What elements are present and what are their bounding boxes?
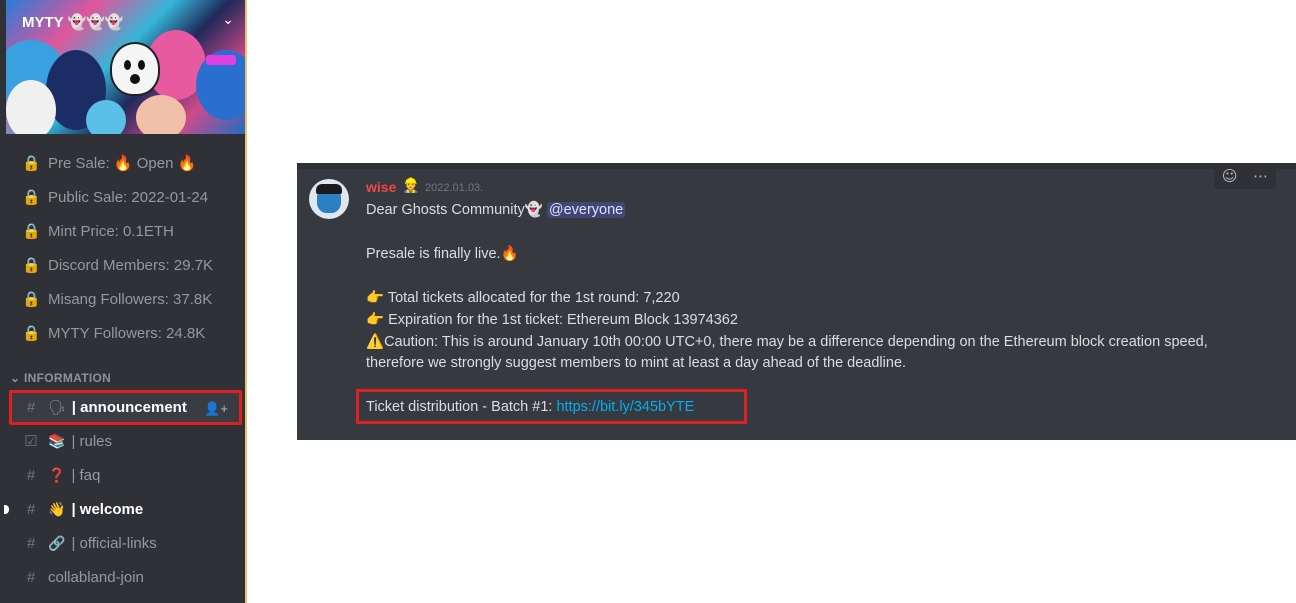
question-icon: ❓	[48, 466, 66, 483]
lock-icon: 🔒	[22, 155, 41, 172]
stat-channel-label: Misang Followers: 37.8K	[48, 290, 213, 308]
server-banner: MYTY 👻👻👻 ⌄	[6, 0, 246, 134]
channel-label: | official-links	[71, 534, 157, 552]
warning-icon: ⚠️	[366, 334, 385, 350]
message-caution-line-2: therefore we strongly suggest members to…	[366, 355, 907, 371]
channel-label: | rules	[71, 432, 113, 450]
more-icon[interactable]: ⋯	[1253, 167, 1268, 185]
expiration-text: Expiration for the 1st ticket: Ethereum …	[388, 312, 738, 328]
link-icon: 🔗	[48, 534, 66, 551]
caution-text: Caution: This is around January 10th 00:…	[384, 334, 1208, 350]
lock-icon: 🔒	[22, 257, 41, 274]
batch-link[interactable]: https://bit.ly/345bYTE	[556, 399, 694, 415]
stat-channel-public-sale[interactable]: 🔒 Public Sale: 2022-01-24	[12, 182, 240, 212]
pointing-right-icon: 👉	[366, 312, 385, 328]
ghost-mascot	[110, 42, 160, 96]
channel-rules[interactable]: ☑ 📚 | rules	[12, 426, 240, 456]
stat-channel-label: MYTY Followers: 24.8K	[48, 324, 206, 342]
stat-channel-discord-members[interactable]: 🔒 Discord Members: 29.7K	[12, 250, 240, 280]
server-header[interactable]: MYTY 👻👻👻 ⌄	[6, 0, 246, 44]
stat-channel-mint-price[interactable]: 🔒 Mint Price: 0.1ETH	[12, 216, 240, 246]
fire-icon: 🔥	[500, 246, 519, 262]
channel-welcome[interactable]: # 👋 | welcome	[12, 494, 240, 524]
construction-worker-icon: 👷	[402, 178, 420, 194]
message-caution-line: ⚠️Caution: This is around January 10th 0…	[366, 333, 1208, 350]
lock-icon: 🔒	[22, 325, 41, 342]
message-panel: ☺ ⋯ wise 👷 2022.01.03. Dear Ghosts Commu…	[297, 163, 1296, 440]
chevron-down-icon: ⌄	[10, 371, 24, 385]
chevron-down-icon[interactable]: ⌄	[222, 12, 234, 28]
add-member-icon[interactable]: 👤+	[204, 401, 228, 417]
hash-icon: #	[26, 568, 36, 586]
greeting-text: Dear Ghosts Community	[366, 202, 525, 218]
lock-icon: 🔒	[22, 189, 41, 206]
stat-channel-label: Public Sale: 2022-01-24	[48, 188, 209, 206]
lock-icon: 🔒	[22, 223, 41, 240]
avatar[interactable]	[309, 179, 349, 219]
message-toolbar: ☺ ⋯	[1214, 163, 1276, 189]
category-label: INFORMATION	[24, 371, 112, 385]
presale-text: Presale is finally live.	[366, 246, 501, 262]
pointing-right-icon: 👉	[366, 290, 385, 306]
mention-everyone[interactable]: @everyone	[546, 202, 626, 218]
hash-icon: #	[26, 466, 36, 484]
lock-icon: 🔒	[22, 291, 41, 308]
batch-text: Ticket distribution - Batch #1:	[366, 399, 557, 415]
channel-official-links[interactable]: # 🔗 | official-links	[12, 528, 240, 558]
message-author[interactable]: wise	[366, 179, 396, 195]
channel-label: collabland-join	[48, 568, 144, 586]
message-batch-line: Ticket distribution - Batch #1: https://…	[366, 399, 694, 415]
tickets-text: Total tickets allocated for the 1st roun…	[387, 290, 680, 306]
message-timestamp: 2022.01.03.	[425, 182, 484, 194]
channel-collabland-join[interactable]: # collabland-join	[12, 562, 240, 592]
rules-icon: ☑	[24, 433, 38, 450]
hash-icon: #	[26, 398, 36, 416]
hash-icon: #	[26, 534, 36, 552]
channel-announcement[interactable]: # 🗣 | announcement 👤+	[12, 392, 240, 422]
server-name: MYTY 👻👻👻	[22, 14, 124, 31]
message-expiration-line: 👉 Expiration for the 1st ticket: Ethereu…	[366, 311, 738, 328]
channel-sidebar: MYTY 👻👻👻 ⌄ 🔒 Pre Sale: 🔥 Open 🔥 🔒 Public…	[0, 0, 247, 603]
waving-hand-icon: 👋	[48, 500, 66, 517]
speaking-head-icon: 🗣	[48, 398, 66, 415]
channel-label: | faq	[71, 466, 101, 484]
ghost-icon: 👻	[524, 202, 543, 218]
message-greeting: Dear Ghosts Community👻 @everyone	[366, 201, 626, 218]
channel-label: | announcement	[71, 398, 187, 416]
stat-channel-label: Pre Sale: 🔥 Open 🔥	[48, 155, 197, 172]
message-presale-line: Presale is finally live.🔥	[366, 245, 519, 262]
channel-label: | welcome	[71, 500, 144, 518]
hash-icon: #	[26, 500, 36, 518]
stat-channel-myty-followers[interactable]: 🔒 MYTY Followers: 24.8K	[12, 318, 240, 348]
stat-channel-label: Mint Price: 0.1ETH	[48, 222, 174, 240]
stat-channel-misang-followers[interactable]: 🔒 Misang Followers: 37.8K	[12, 284, 240, 314]
panel-top-strip	[297, 163, 1296, 169]
channel-faq[interactable]: # ❓ | faq	[12, 460, 240, 490]
add-reaction-icon[interactable]: ☺	[1222, 167, 1238, 185]
message-tickets-line: 👉 Total tickets allocated for the 1st ro…	[366, 289, 680, 306]
stat-channel-presale[interactable]: 🔒 Pre Sale: 🔥 Open 🔥	[12, 148, 240, 178]
stat-channel-label: Discord Members: 29.7K	[48, 256, 214, 274]
unread-indicator	[4, 505, 9, 514]
category-information[interactable]: ⌄ INFORMATION	[10, 371, 111, 385]
books-icon: 📚	[48, 432, 66, 449]
